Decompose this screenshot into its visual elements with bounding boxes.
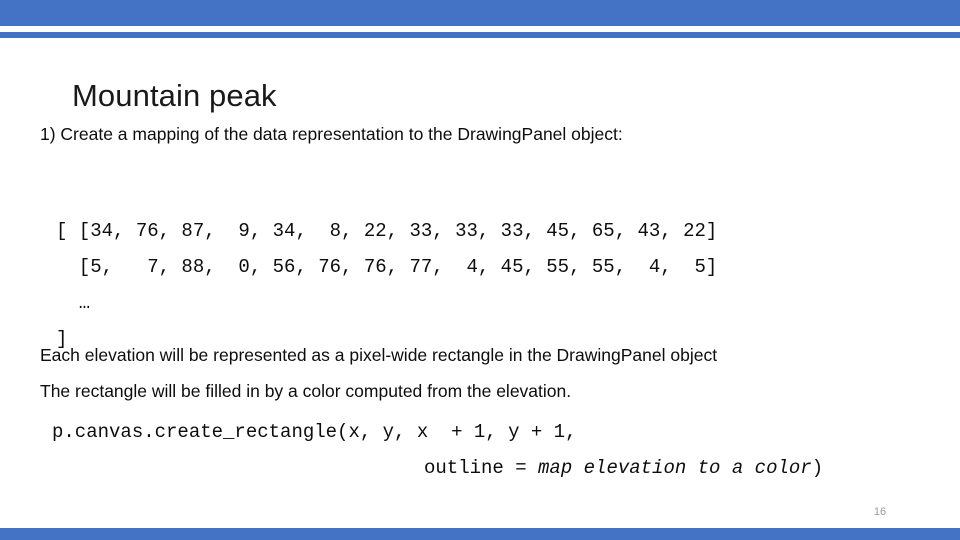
code-line-outline: outline = map elevation to a color) (424, 450, 823, 486)
note-rectangle-fill: The rectangle will be filled in by a col… (40, 381, 572, 401)
slide-canvas: Mountain peak 1) Create a mapping of the… (0, 0, 960, 540)
data-listing-block: [ [34, 76, 87, 9, 34, 8, 22, 33, 33, 33,… (56, 213, 717, 285)
page-number: 16 (873, 506, 887, 518)
code-line-create-rectangle: p.canvas.create_rectangle(x, y, x + 1, y… (52, 421, 577, 443)
code-outline-placeholder: map elevation to a color (538, 457, 812, 479)
code-outline-keyword: outline = (424, 457, 539, 479)
bottom-accent-band (0, 528, 960, 540)
top-accent-rule (0, 32, 960, 38)
page-title: Mountain peak (72, 77, 277, 113)
top-accent-band (0, 0, 960, 26)
code-outline-close-paren: ) (811, 457, 824, 479)
data-listing-line-2: [5, 7, 88, 0, 56, 76, 76, 77, 4, 45, 55,… (56, 256, 718, 278)
data-listing-ellipsis: … (56, 292, 91, 314)
intro-paragraph: 1) Create a mapping of the data represen… (40, 124, 623, 144)
note-each-elevation: Each elevation will be represented as a … (40, 345, 718, 365)
data-listing-line-1: [ [34, 76, 87, 9, 34, 8, 22, 33, 33, 33,… (56, 220, 718, 242)
